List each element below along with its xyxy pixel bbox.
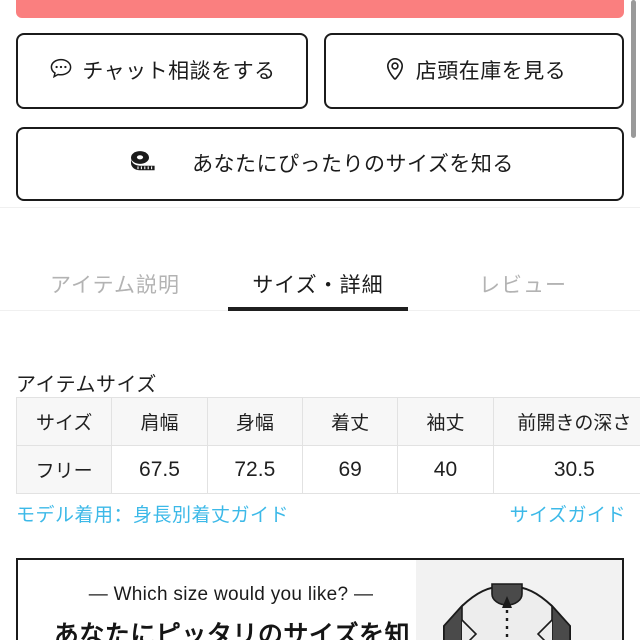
- detail-tabs: アイテム説明 サイズ・詳細 レビュー: [0, 255, 640, 312]
- column-header: 前開きの深さ: [492, 397, 640, 446]
- table-cell: 67.5: [111, 445, 208, 494]
- size-finder-banner[interactable]: — Which size would you like? — あなたにピッタリの…: [16, 558, 624, 640]
- column-header: 着丈: [301, 397, 399, 446]
- size-guide-link[interactable]: サイズガイド: [510, 500, 626, 527]
- product-detail-screen: チャット相談をする 店頭在庫を見る あなたにぴったりのサイズを知る アイテム説明…: [0, 0, 640, 640]
- active-tab-indicator: [228, 307, 408, 311]
- chat-bubble-icon: [48, 56, 74, 87]
- column-header: 身幅: [206, 397, 303, 446]
- column-header: 袖丈: [397, 397, 494, 446]
- find-your-size-button[interactable]: あなたにぴったりのサイズを知る: [16, 127, 624, 201]
- item-size-table: サイズ 肩幅 身幅 着丈 袖丈 前開きの深さ フリー 67.5 72.5 69 …: [15, 397, 640, 494]
- chat-consult-label: チャット相談をする: [82, 59, 276, 83]
- store-stock-label: 店頭在庫を見る: [415, 59, 567, 83]
- chat-consult-button[interactable]: チャット相談をする: [16, 33, 308, 109]
- table-cell: 30.5: [492, 445, 640, 494]
- primary-cta-bar[interactable]: [16, 0, 624, 18]
- column-header: 肩幅: [111, 397, 208, 446]
- table-cell: 72.5: [206, 445, 303, 494]
- table-header-row: サイズ 肩幅 身幅 着丈 袖丈 前開きの深さ: [15, 397, 640, 446]
- column-header: サイズ: [15, 397, 113, 446]
- tab-size-detail[interactable]: サイズ・詳細: [228, 255, 408, 312]
- section-divider-top: [0, 207, 640, 208]
- item-size-heading: アイテムサイズ: [16, 374, 157, 396]
- measuring-tape-icon: [126, 148, 162, 181]
- banner-headline-jp: あなたにピッタリのサイズを知る: [53, 621, 411, 640]
- tab-item-description[interactable]: アイテム説明: [12, 255, 218, 312]
- table-cell-size-name: フリー: [15, 445, 113, 494]
- vertical-scrollbar[interactable]: [631, 0, 636, 138]
- find-your-size-label: あなたにぴったりのサイズを知る: [192, 152, 514, 176]
- banner-content: — Which size would you like? — あなたにピッタリの…: [18, 560, 622, 640]
- tshirt-measure-illustration: [392, 560, 622, 640]
- table-cell: 40: [397, 445, 494, 494]
- tab-reviews[interactable]: レビュー: [418, 255, 628, 312]
- banner-headline-en: — Which size would you like? —: [88, 584, 374, 605]
- action-button-row: チャット相談をする 店頭在庫を見る: [0, 33, 640, 109]
- map-pin-icon: [382, 56, 408, 87]
- store-stock-button[interactable]: 店頭在庫を見る: [324, 33, 624, 109]
- model-wear-height-guide-link[interactable]: モデル着用：身長別着丈ガイド: [16, 500, 289, 527]
- table-row: フリー 67.5 72.5 69 40 30.5: [15, 445, 640, 494]
- size-links-row: モデル着用：身長別着丈ガイド サイズガイド: [0, 500, 640, 526]
- table-cell: 69: [301, 445, 399, 494]
